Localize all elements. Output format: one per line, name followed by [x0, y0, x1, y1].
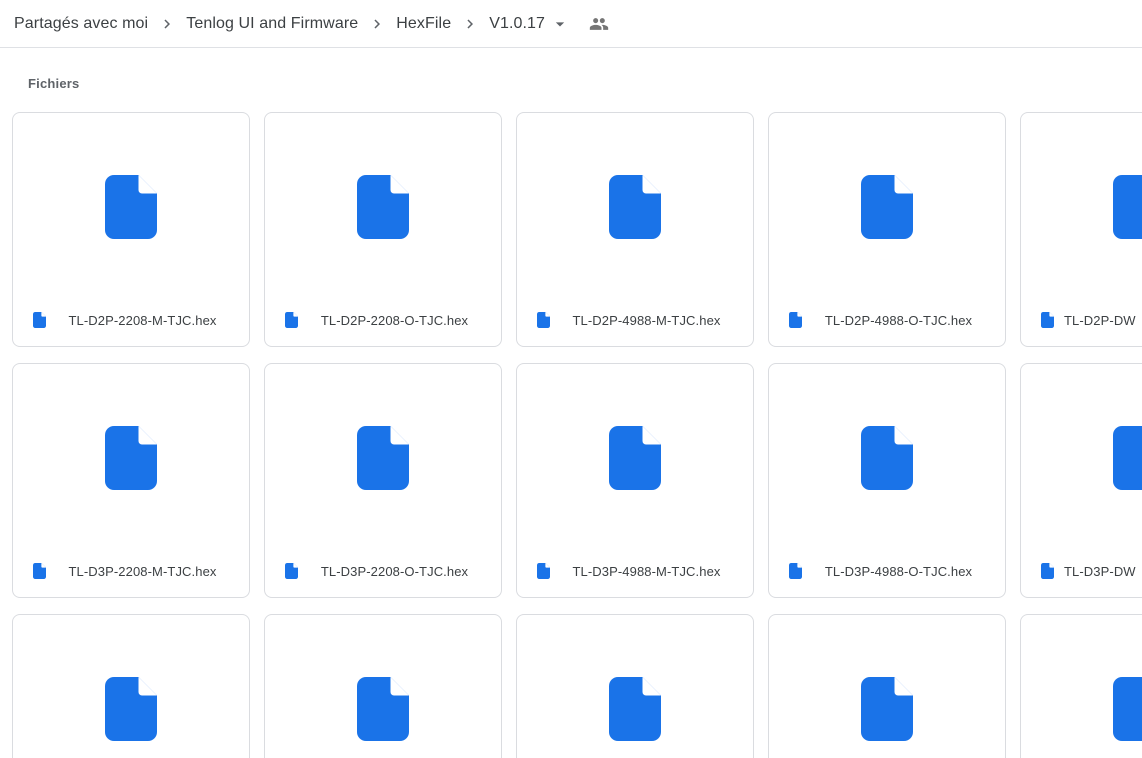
file-icon — [1113, 425, 1142, 490]
file-type-icon — [285, 312, 298, 328]
file-name: TL-D2P-4988-M-TJC.hex — [572, 312, 721, 328]
people-icon — [589, 14, 609, 34]
file-type-icon — [1041, 312, 1054, 328]
file-icon — [357, 676, 409, 741]
file-name: TL-D3P-2208-M-TJC.hex — [68, 563, 217, 579]
file-card[interactable]: TL-D3P-4988-O-TJC.hex — [768, 363, 1006, 598]
file-thumbnail — [13, 364, 249, 551]
file-icon — [1113, 676, 1142, 741]
file-icon — [861, 676, 913, 741]
file-icon — [357, 425, 409, 490]
file-label-row: TL-D2P-2208-M-TJC.hex — [13, 300, 249, 346]
file-icon — [357, 174, 409, 239]
breadcrumb: Partagés avec moi Tenlog UI and Firmware… — [0, 0, 1142, 48]
chevron-down-icon — [550, 14, 570, 34]
file-thumbnail — [1021, 364, 1142, 551]
file-type-icon — [789, 312, 802, 328]
file-thumbnail — [517, 364, 753, 551]
file-label-row: TL-D3P-4988-O-TJC.hex — [769, 551, 1005, 597]
breadcrumb-shared-with-me[interactable]: Partagés avec moi — [14, 0, 148, 48]
file-card[interactable] — [768, 614, 1006, 758]
file-icon — [1113, 174, 1142, 239]
file-name: TL-D2P-2208-O-TJC.hex — [320, 312, 469, 328]
file-grid: TL-D2P-2208-M-TJC.hex TL-D2P-2208-O-TJC.… — [12, 112, 1142, 758]
file-name: TL-D3P-4988-M-TJC.hex — [572, 563, 721, 579]
file-card[interactable]: TL-D3P-4988-M-TJC.hex — [516, 363, 754, 598]
file-icon — [609, 425, 661, 490]
file-card[interactable]: TL-D2P-DW — [1020, 112, 1142, 347]
file-type-icon — [33, 312, 46, 328]
file-card[interactable]: TL-D2P-4988-O-TJC.hex — [768, 112, 1006, 347]
file-name: TL-D2P-DW — [1064, 312, 1136, 328]
chevron-right-icon — [157, 14, 177, 34]
file-label-row: TL-D2P-2208-O-TJC.hex — [265, 300, 501, 346]
file-card[interactable] — [1020, 614, 1142, 758]
file-name: TL-D3P-4988-O-TJC.hex — [824, 563, 973, 579]
file-label-row: TL-D2P-4988-M-TJC.hex — [517, 300, 753, 346]
breadcrumb-hexfile-folder[interactable]: HexFile — [396, 0, 451, 48]
chevron-right-icon — [367, 14, 387, 34]
breadcrumb-current-folder-label: V1.0.17 — [489, 14, 546, 32]
file-thumbnail — [769, 364, 1005, 551]
file-name: TL-D3P-2208-O-TJC.hex — [320, 563, 469, 579]
file-thumbnail — [265, 615, 501, 758]
breadcrumb-tenlog-folder[interactable]: Tenlog UI and Firmware — [186, 0, 358, 48]
file-thumbnail — [1021, 615, 1142, 758]
file-card[interactable]: TL-D2P-4988-M-TJC.hex — [516, 112, 754, 347]
file-thumbnail — [769, 615, 1005, 758]
file-card[interactable]: TL-D3P-DW — [1020, 363, 1142, 598]
file-label-row: TL-D3P-4988-M-TJC.hex — [517, 551, 753, 597]
file-thumbnail — [1021, 113, 1142, 300]
breadcrumb-current-folder-menu[interactable]: V1.0.17 — [489, 0, 570, 48]
chevron-right-icon — [460, 14, 480, 34]
file-label-row: TL-D2P-4988-O-TJC.hex — [769, 300, 1005, 346]
file-icon — [609, 676, 661, 741]
file-thumbnail — [13, 615, 249, 758]
files-section: Fichiers TL-D2P-2208-M-TJC.hex TL-D2P-22… — [0, 76, 1142, 758]
file-name: TL-D3P-DW — [1064, 563, 1136, 579]
file-thumbnail — [13, 113, 249, 300]
file-type-icon — [285, 563, 298, 579]
file-type-icon — [33, 563, 46, 579]
file-card[interactable]: TL-D2P-2208-M-TJC.hex — [12, 112, 250, 347]
file-icon — [861, 425, 913, 490]
file-label-row: TL-D2P-DW — [1021, 300, 1142, 346]
file-type-icon — [1041, 563, 1054, 579]
file-type-icon — [537, 563, 550, 579]
file-card[interactable] — [264, 614, 502, 758]
file-thumbnail — [517, 113, 753, 300]
file-card[interactable]: TL-D3P-2208-M-TJC.hex — [12, 363, 250, 598]
file-icon — [105, 676, 157, 741]
file-thumbnail — [769, 113, 1005, 300]
file-type-icon — [789, 563, 802, 579]
file-thumbnail — [517, 615, 753, 758]
file-thumbnail — [265, 113, 501, 300]
file-card[interactable] — [12, 614, 250, 758]
file-label-row: TL-D3P-2208-O-TJC.hex — [265, 551, 501, 597]
file-name: TL-D2P-2208-M-TJC.hex — [68, 312, 217, 328]
file-label-row: TL-D3P-DW — [1021, 551, 1142, 597]
file-icon — [609, 174, 661, 239]
file-type-icon — [537, 312, 550, 328]
file-card[interactable]: TL-D3P-2208-O-TJC.hex — [264, 363, 502, 598]
file-icon — [105, 174, 157, 239]
file-icon — [861, 174, 913, 239]
section-title: Fichiers — [28, 76, 80, 91]
file-thumbnail — [265, 364, 501, 551]
file-icon — [105, 425, 157, 490]
file-name: TL-D2P-4988-O-TJC.hex — [824, 312, 973, 328]
file-card[interactable] — [516, 614, 754, 758]
file-card[interactable]: TL-D2P-2208-O-TJC.hex — [264, 112, 502, 347]
file-label-row: TL-D3P-2208-M-TJC.hex — [13, 551, 249, 597]
